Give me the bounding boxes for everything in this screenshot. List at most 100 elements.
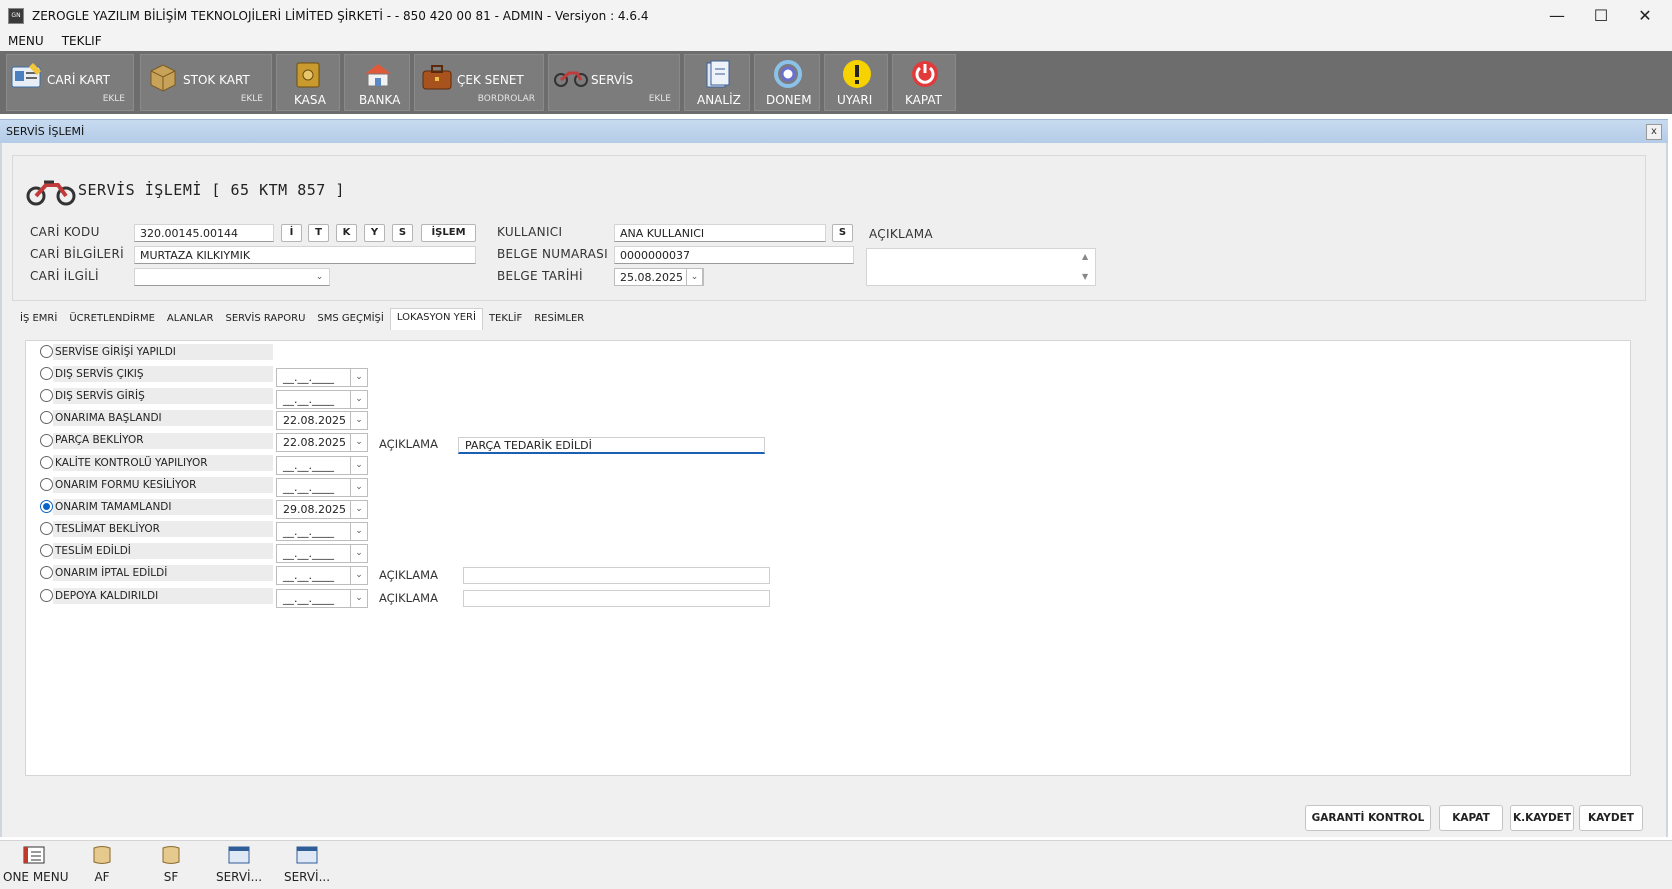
depo-aciklama-field[interactable] [463,590,770,607]
location-date-field[interactable]: __.__.____ ⌄ [276,456,368,475]
cek-senet-button[interactable]: ÇEK SENET BORDROLAR [414,54,544,111]
cari-bilgileri-field[interactable]: MURTAZA KILKIYMIK [134,246,476,264]
location-date-field[interactable]: __.__.____ ⌄ [276,478,368,497]
aciklama-textarea[interactable] [866,248,1096,286]
depo-aciklama-label: AÇIKLAMA [379,591,438,605]
location-radio-kalite-kontrolu[interactable] [40,456,53,469]
iptal-aciklama-field[interactable] [463,567,770,584]
location-date-value: __.__.____ [283,393,334,406]
k-kaydet-button[interactable]: K.KAYDET [1510,805,1574,831]
close-window-button[interactable]: ✕ [1622,0,1668,31]
stok-kart-label: STOK KART [183,73,250,87]
cari-k-button[interactable]: K [336,224,357,242]
cari-t-button[interactable]: T [308,224,329,242]
cari-ilgili-label: CARİ İLGİLİ [30,269,99,283]
chevron-down-icon[interactable]: ⌄ [350,412,367,429]
stok-kart-button[interactable]: STOK KART EKLE [140,54,272,111]
location-date-field[interactable]: __.__.____ ⌄ [276,390,368,409]
kullanici-s-button[interactable]: S [832,224,853,242]
chevron-down-icon[interactable]: ⌄ [350,567,367,584]
cari-i-button[interactable]: İ [281,224,302,242]
location-radio-depoya-kaldirildi[interactable] [40,589,53,602]
calendar-dropdown-icon[interactable]: ⌄ [686,268,703,286]
scroll-icon [93,846,111,864]
belge-numarasi-field[interactable]: 0000000037 [614,246,854,264]
iptal-aciklama-label: AÇIKLAMA [379,568,438,582]
kasa-button[interactable]: KASA [276,54,340,111]
servis-button[interactable]: SERVİS EKLE [548,54,680,111]
kapat-button[interactable]: KAPAT [1439,805,1503,831]
tab-servis-raporu[interactable]: SERVİS RAPORU [219,310,311,330]
kapat-toolbar-button[interactable]: KAPAT [892,54,956,111]
location-date-value: __.__.____ [283,481,334,494]
tab-teklif[interactable]: TEKLİF [483,310,528,330]
location-radio-onarima-baslandi[interactable] [40,411,53,424]
location-label: SERVİSE GİRİŞİ YAPILDI [55,346,176,358]
location-radio-dis-servis-cikis[interactable] [40,367,53,380]
cari-s-button[interactable]: S [392,224,413,242]
maximize-button[interactable]: ☐ [1578,0,1624,31]
banka-button[interactable]: BANKA [344,54,410,111]
location-radio-teslimat-bekliyor[interactable] [40,522,53,535]
chevron-down-icon[interactable]: ⌄ [350,434,367,451]
cari-kodu-field[interactable]: 320.00145.00144 [134,224,274,242]
location-radio-servise-giris[interactable] [40,345,53,358]
location-date-field[interactable]: 22.08.2025 ⌄ [276,433,368,452]
location-date-value: __.__.____ [283,569,334,582]
cari-y-button[interactable]: Y [364,224,385,242]
chevron-down-icon[interactable]: ⌄ [350,391,367,408]
task-sf[interactable]: SF [140,845,202,884]
chevron-down-icon[interactable]: ⌄ [350,501,367,518]
donem-button[interactable]: DONEM [754,54,820,111]
tab-resimler[interactable]: RESİMLER [528,310,590,330]
chevron-down-icon[interactable]: ⌄ [350,590,367,607]
task-servis-2[interactable]: SERVİ... [276,845,338,884]
location-radio-onarim-tamamlandi[interactable] [40,500,53,513]
minimize-button[interactable]: — [1534,0,1580,31]
location-radio-teslim-edildi[interactable] [40,544,53,557]
location-radio-onarim-iptal[interactable] [40,566,53,579]
scroll-up-icon[interactable]: ▲ [1082,252,1088,261]
location-radio-parca-bekliyor[interactable] [40,434,53,447]
dialog-close-button[interactable]: x [1646,124,1662,140]
chevron-down-icon[interactable]: ⌄ [350,369,367,386]
location-date-field[interactable]: 29.08.2025 ⌄ [276,500,368,519]
menu-item-menu[interactable]: MENU [8,34,44,48]
cari-ilgili-select[interactable] [134,268,330,286]
cari-kart-button[interactable]: CARİ KART EKLE [6,54,134,111]
tab-ucretlendirme[interactable]: ÜCRETLENDİRME [63,310,161,330]
tab-sms-gecmisi[interactable]: SMS GEÇMİŞİ [311,310,389,330]
location-date-field[interactable]: __.__.____ ⌄ [276,544,368,563]
task-one-menu[interactable]: ONE MENU [3,845,69,884]
chevron-down-icon[interactable]: ⌄ [350,479,367,496]
chevron-down-icon[interactable]: ⌄ [311,268,328,286]
kullanici-field[interactable]: ANA KULLANICI [614,224,826,242]
location-date-field[interactable]: __.__.____ ⌄ [276,589,368,608]
cari-kart-sub: EKLE [102,94,125,104]
task-label: SERVİ... [283,870,331,884]
kaydet-button[interactable]: KAYDET [1579,805,1643,831]
location-date-field[interactable]: __.__.____ ⌄ [276,566,368,585]
uyari-button[interactable]: UYARI [824,54,888,111]
location-radio-onarim-formu[interactable] [40,478,53,491]
scroll-down-icon[interactable]: ▼ [1082,272,1088,281]
parca-aciklama-field[interactable]: PARÇA TEDARİK EDİLDİ [458,437,765,454]
garanti-kontrol-button[interactable]: GARANTİ KONTROL [1305,805,1431,831]
menu-item-teklif[interactable]: TEKLIF [62,34,102,48]
tab-alanlar[interactable]: ALANLAR [161,310,220,330]
menu-list-icon [23,846,45,864]
location-radio-dis-servis-giris[interactable] [40,389,53,402]
task-label: SF [163,870,179,884]
chevron-down-icon[interactable]: ⌄ [350,457,367,474]
tab-lokasyon-yeri[interactable]: LOKASYON YERİ [389,308,483,330]
location-date-field[interactable]: __.__.____ ⌄ [276,522,368,541]
location-date-field[interactable]: __.__.____ ⌄ [276,368,368,387]
islem-button[interactable]: İŞLEM [421,224,476,242]
location-date-field[interactable]: 22.08.2025 ⌄ [276,411,368,430]
task-af[interactable]: AF [71,845,133,884]
chevron-down-icon[interactable]: ⌄ [350,523,367,540]
tab-is-emri[interactable]: İŞ EMRİ [14,310,63,330]
analiz-button[interactable]: ANALİZ [684,54,750,111]
chevron-down-icon[interactable]: ⌄ [350,545,367,562]
task-servis-1[interactable]: SERVİ... [208,845,270,884]
